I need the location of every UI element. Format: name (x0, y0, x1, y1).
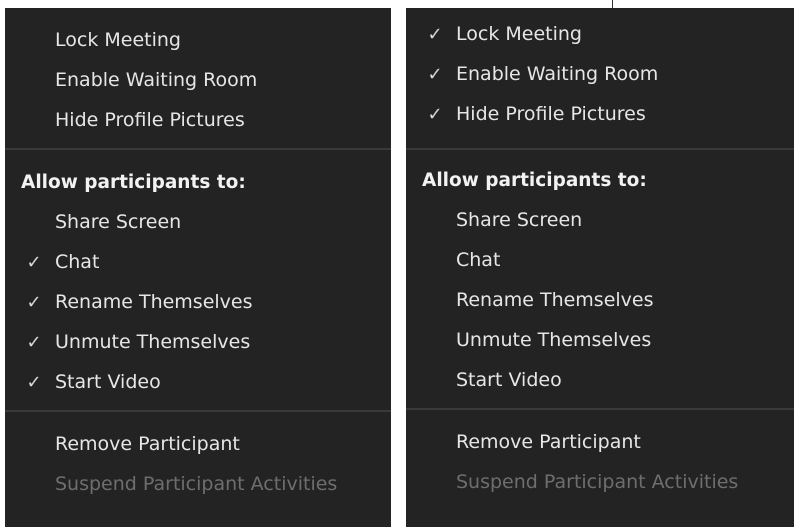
menu-item-enable-waiting-room[interactable]: Enable Waiting Room (5, 60, 391, 100)
menu-item-label: Enable Waiting Room (456, 63, 659, 85)
check-icon (425, 320, 445, 360)
menu-item-share-screen[interactable]: Share Screen (5, 202, 391, 242)
menu-item-unmute-themselves[interactable]: Unmute Themselves (406, 320, 794, 360)
menu-item-chat[interactable]: Chat (406, 240, 794, 280)
menu-item-rename-themselves[interactable]: ✓ Rename Themselves (5, 282, 391, 322)
menu-item-remove-participant[interactable]: Remove Participant (406, 422, 794, 462)
menu-item-label: Lock Meeting (55, 29, 181, 51)
menu-item-label: Chat (456, 249, 501, 271)
check-icon (425, 200, 445, 240)
check-icon (425, 280, 445, 320)
menu-item-label: Start Video (456, 369, 562, 391)
check-icon: ✓ (26, 251, 42, 273)
menu-item-label: Unmute Themselves (456, 329, 652, 351)
menu-item-label: Remove Participant (456, 431, 641, 453)
menu-item-label: Rename Themselves (55, 291, 253, 313)
menu-item-label: Share Screen (55, 211, 182, 233)
check-icon (24, 202, 44, 242)
menu-item-label: Remove Participant (55, 433, 240, 455)
menu-item-suspend-participant-activities: Suspend Participant Activities (5, 464, 391, 504)
check-icon: ✓ (26, 291, 42, 313)
menu-item-label: Start Video (55, 371, 161, 393)
menu-divider (406, 148, 794, 150)
menu-item-lock-meeting[interactable]: ✓ Lock Meeting (406, 14, 794, 54)
allow-participants-heading: Allow participants to: (422, 169, 647, 191)
menu-item-label: Suspend Participant Activities (55, 473, 338, 495)
participant-actions-section: Remove Participant Suspend Participant A… (5, 424, 391, 504)
menu-item-start-video[interactable]: Start Video (406, 360, 794, 400)
menu-item-label: Lock Meeting (456, 23, 582, 45)
menu-item-label: Enable Waiting Room (55, 69, 258, 91)
check-icon: ✓ (26, 371, 42, 393)
menu-item-label: Hide Profile Pictures (55, 109, 245, 131)
check-icon (24, 60, 44, 100)
menu-item-label: Share Screen (456, 209, 583, 231)
meeting-options-section: Lock Meeting Enable Waiting Room Hide Pr… (5, 8, 391, 140)
menu-item-label: Hide Profile Pictures (456, 103, 646, 125)
menu-item-share-screen[interactable]: Share Screen (406, 200, 794, 240)
menu-item-hide-profile-pictures[interactable]: ✓ Hide Profile Pictures (406, 94, 794, 134)
check-icon (24, 100, 44, 140)
security-menu-left: Lock Meeting Enable Waiting Room Hide Pr… (5, 8, 391, 527)
menu-divider (5, 148, 391, 150)
menu-item-label: Chat (55, 251, 100, 273)
check-icon: ✓ (427, 63, 443, 85)
check-icon (425, 360, 445, 400)
menu-divider (406, 408, 794, 410)
allow-participants-section: Share Screen Chat Rename Themselves Unmu… (406, 200, 794, 400)
check-icon (425, 240, 445, 280)
menu-item-suspend-participant-activities: Suspend Participant Activities (406, 462, 794, 502)
menu-item-label: Unmute Themselves (55, 331, 251, 353)
allow-participants-section: Share Screen ✓ Chat ✓ Rename Themselves … (5, 202, 391, 402)
menu-divider (5, 410, 391, 412)
check-icon: ✓ (26, 331, 42, 353)
menu-item-hide-profile-pictures[interactable]: Hide Profile Pictures (5, 100, 391, 140)
check-icon: ✓ (427, 103, 443, 125)
menu-item-start-video[interactable]: ✓ Start Video (5, 362, 391, 402)
menu-item-label: Rename Themselves (456, 289, 654, 311)
allow-participants-heading: Allow participants to: (21, 171, 246, 193)
menu-item-enable-waiting-room[interactable]: ✓ Enable Waiting Room (406, 54, 794, 94)
menu-item-chat[interactable]: ✓ Chat (5, 242, 391, 282)
menu-item-label: Suspend Participant Activities (456, 471, 739, 493)
menu-item-lock-meeting[interactable]: Lock Meeting (5, 20, 391, 60)
menu-item-remove-participant[interactable]: Remove Participant (5, 424, 391, 464)
menu-item-rename-themselves[interactable]: Rename Themselves (406, 280, 794, 320)
window-edge-line (612, 0, 613, 8)
menu-item-unmute-themselves[interactable]: ✓ Unmute Themselves (5, 322, 391, 362)
security-menu-right: ✓ Lock Meeting ✓ Enable Waiting Room ✓ H… (406, 8, 794, 527)
participant-actions-section: Remove Participant Suspend Participant A… (406, 422, 794, 502)
check-icon: ✓ (427, 23, 443, 45)
meeting-options-section: ✓ Lock Meeting ✓ Enable Waiting Room ✓ H… (406, 8, 794, 134)
check-icon (24, 20, 44, 60)
